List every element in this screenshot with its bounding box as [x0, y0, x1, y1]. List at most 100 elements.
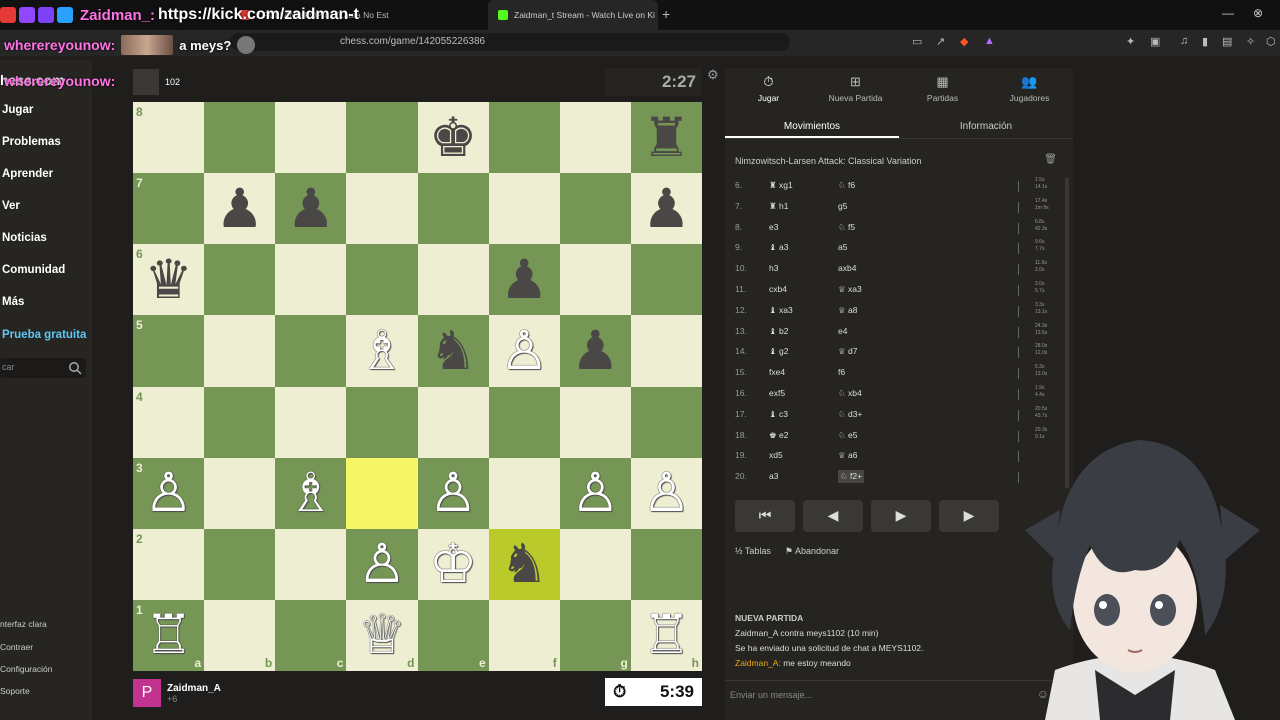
square-h7[interactable]: ♟	[630, 173, 702, 245]
square-e2[interactable]: ♔	[417, 528, 489, 600]
url-field[interactable]: chess.com/game/142055226386	[230, 33, 790, 51]
player-name[interactable]: Zaidman_A	[167, 683, 221, 694]
black-move[interactable]: ♘ f5	[838, 222, 855, 233]
square-f6[interactable]: ♟	[488, 244, 560, 316]
wallet-icon[interactable]: ▤	[1222, 35, 1232, 48]
nav-support[interactable]: Soporte	[0, 686, 30, 696]
black-move[interactable]: ♕ a6	[838, 450, 857, 461]
square-e3[interactable]: ♙	[417, 457, 489, 529]
black-move[interactable]: axb4	[838, 263, 856, 273]
square-h3[interactable]: ♙	[630, 457, 702, 529]
white-move[interactable]: ♚ e2	[769, 430, 788, 441]
square-b1[interactable]: b	[204, 599, 276, 671]
white-move[interactable]: ♝ c3	[769, 409, 788, 420]
square-g5[interactable]: ♟	[559, 315, 631, 387]
black-knight-piece[interactable]: ♞	[500, 537, 548, 591]
square-a6[interactable]: 6 ♛	[133, 244, 205, 316]
black-pawn-piece[interactable]: ♟	[215, 181, 263, 236]
square-a4[interactable]: 4	[133, 386, 205, 458]
white-move[interactable]: ♝ a3	[769, 242, 788, 253]
cast-icon[interactable]: ▭	[912, 35, 922, 48]
square-f7[interactable]	[488, 173, 560, 245]
square-c3[interactable]: ♗	[275, 457, 347, 529]
black-king-piece[interactable]: ♚	[429, 110, 477, 165]
nav-light-mode[interactable]: nterfaz clara	[0, 619, 47, 629]
square-a2[interactable]: 2	[133, 528, 205, 600]
square-c1[interactable]: c	[275, 599, 347, 671]
square-e8[interactable]: ♚	[417, 102, 489, 174]
extensions-icon[interactable]: ✦	[1126, 35, 1135, 48]
white-move[interactable]: ♜ h1	[769, 201, 788, 212]
minimize-button[interactable]: —	[1222, 6, 1234, 20]
white-pawn-piece[interactable]: ♙	[571, 466, 619, 520]
black-move[interactable]: ♘ xb4	[838, 388, 862, 399]
menu-icon[interactable]: ⬡	[1266, 35, 1276, 48]
square-d6[interactable]	[346, 244, 418, 316]
black-pawn-piece[interactable]: ♟	[571, 323, 619, 378]
square-e4[interactable]	[417, 386, 489, 458]
white-move[interactable]: e3	[769, 222, 778, 232]
prev-move-button[interactable]: ◀	[803, 500, 863, 532]
black-queen-piece[interactable]: ♛	[144, 252, 192, 307]
browser-tab-kick[interactable]: Zaidman_t Stream - Watch Live on Ki	[488, 0, 658, 30]
square-d5[interactable]: ♗	[346, 315, 418, 387]
white-move[interactable]: ♝ xa3	[769, 305, 793, 316]
search-icon[interactable]	[68, 361, 82, 375]
first-move-button[interactable]: ⏮	[735, 500, 795, 532]
draw-button[interactable]: ½ Tablas	[735, 546, 771, 557]
music-icon[interactable]: ♫	[1180, 35, 1188, 47]
square-e6[interactable]	[417, 244, 489, 316]
white-king-piece[interactable]: ♔	[429, 537, 477, 591]
nav-settings[interactable]: Configuración	[0, 664, 52, 674]
square-g6[interactable]	[559, 244, 631, 316]
square-h5[interactable]	[630, 315, 702, 387]
close-window-button[interactable]: ⊗	[1253, 6, 1263, 20]
tab-nueva-partida[interactable]: ⊞ Nueva Partida	[812, 68, 899, 108]
square-c6[interactable]	[275, 244, 347, 316]
black-pawn-piece[interactable]: ♟	[642, 181, 690, 236]
white-move[interactable]: xd5	[769, 450, 783, 460]
black-knight-piece[interactable]: ♞	[429, 323, 477, 378]
square-a7[interactable]: 7	[133, 173, 205, 245]
square-f2[interactable]: ♞	[488, 528, 560, 600]
black-move[interactable]: ♘ d3+	[838, 409, 862, 420]
white-move[interactable]: cxb4	[769, 284, 787, 294]
square-b6[interactable]	[204, 244, 276, 316]
square-g3[interactable]: ♙	[559, 457, 631, 529]
square-c2[interactable]	[275, 528, 347, 600]
black-move[interactable]: f6	[838, 367, 845, 377]
black-move[interactable]: a5	[838, 242, 847, 252]
square-b4[interactable]	[204, 386, 276, 458]
black-move[interactable]: ♕ d7	[838, 346, 857, 357]
white-pawn-piece[interactable]: ♙	[642, 466, 690, 520]
square-g7[interactable]	[559, 173, 631, 245]
white-move[interactable]: ♜ xg1	[769, 180, 793, 191]
square-b5[interactable]	[204, 315, 276, 387]
square-b3[interactable]	[204, 457, 276, 529]
white-pawn-piece[interactable]: ♙	[144, 466, 192, 520]
tab-jugadores[interactable]: 👥 Jugadores	[986, 68, 1073, 108]
white-pawn-piece[interactable]: ♙	[429, 466, 477, 520]
nav-noticias[interactable]: Noticias	[2, 232, 47, 244]
white-move[interactable]: ♝ b2	[769, 326, 788, 337]
square-a8[interactable]: 8	[133, 102, 205, 174]
white-bishop-piece[interactable]: ♗	[287, 466, 335, 520]
black-move[interactable]: g5	[838, 201, 847, 211]
square-d7[interactable]	[346, 173, 418, 245]
nav-comunidad[interactable]: Comunidad	[2, 264, 65, 276]
avatar[interactable]	[133, 69, 159, 95]
black-move[interactable]: ♕ xa3	[838, 284, 862, 295]
square-g1[interactable]: g	[559, 599, 631, 671]
black-rook-piece[interactable]: ♜	[642, 110, 690, 165]
square-e5[interactable]: ♞	[417, 315, 489, 387]
white-bishop-piece[interactable]: ♗	[358, 323, 406, 378]
share-icon[interactable]: ↗	[936, 35, 945, 48]
nav-jugar[interactable]: Jugar	[2, 104, 33, 116]
square-h4[interactable]	[630, 386, 702, 458]
square-c5[interactable]	[275, 315, 347, 387]
nav-collapse[interactable]: Contraer	[0, 642, 33, 652]
avatar[interactable]: P	[133, 679, 161, 707]
white-pawn-piece[interactable]: ♙	[358, 537, 406, 591]
square-d1[interactable]: d ♕	[346, 599, 418, 671]
square-h2[interactable]	[630, 528, 702, 600]
